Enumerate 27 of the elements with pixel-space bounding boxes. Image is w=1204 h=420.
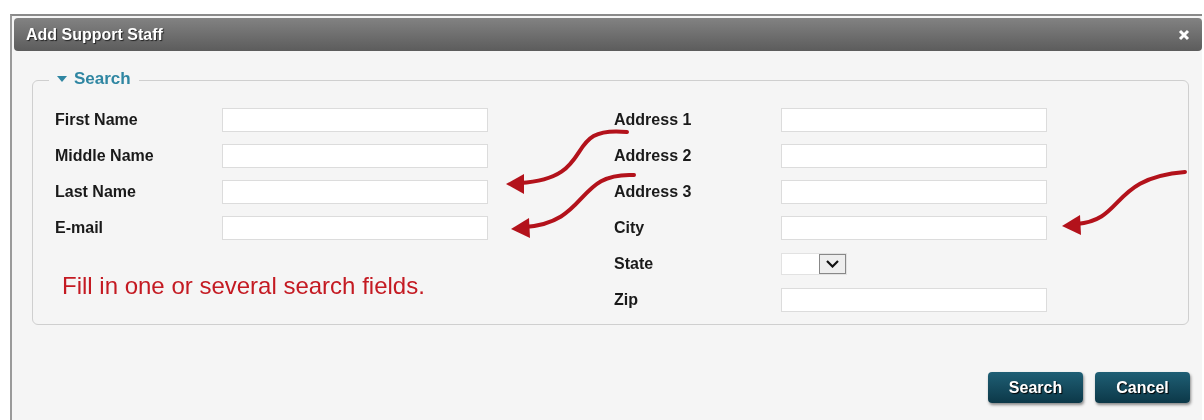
close-icon[interactable]: [1178, 28, 1190, 41]
field-label: Zip: [614, 291, 639, 309]
input-field[interactable]: [222, 144, 488, 168]
field-label: Address 1: [614, 111, 693, 129]
field-label: City: [614, 219, 646, 237]
input-field[interactable]: [781, 180, 1047, 204]
window-title: Add Support Staff: [26, 25, 163, 44]
input-field[interactable]: [781, 108, 1047, 132]
input-field[interactable]: [781, 216, 1047, 240]
field-label: State: [614, 255, 655, 273]
field-label: Middle Name: [55, 147, 155, 165]
chevron-icon: [826, 260, 839, 268]
field-label: Address 2: [614, 147, 693, 165]
field-label: First Name: [55, 111, 139, 129]
cancel-button[interactable]: Cancel: [1095, 372, 1190, 403]
input-field[interactable]: [222, 216, 488, 240]
input-field[interactable]: [781, 288, 1047, 312]
input-field[interactable]: [222, 180, 488, 204]
state-dropdown[interactable]: [781, 253, 847, 275]
input-field[interactable]: [222, 108, 488, 132]
field-label: Last Name: [55, 183, 137, 201]
input-field[interactable]: [781, 144, 1047, 168]
field-label: Address 3: [614, 183, 693, 201]
hint-text: Fill in one or several search fields.: [62, 272, 426, 300]
field-label: E-mail: [55, 219, 104, 237]
caret-down-icon: [57, 76, 67, 82]
search-button[interactable]: Search: [988, 372, 1083, 403]
